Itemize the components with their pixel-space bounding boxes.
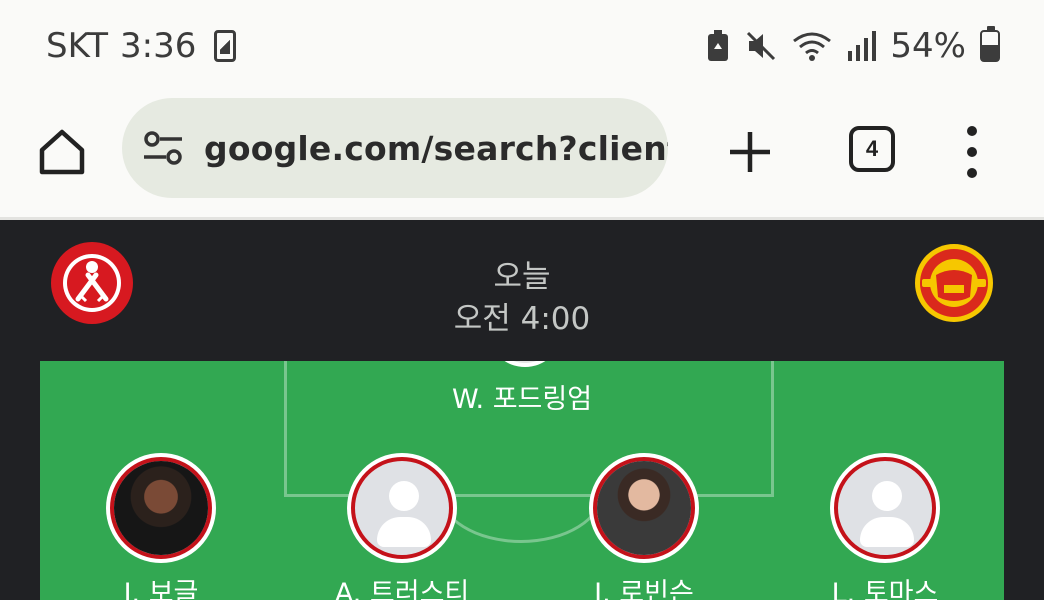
carrier-label: SKT bbox=[46, 26, 109, 66]
home-icon[interactable] bbox=[36, 126, 88, 178]
wifi-icon bbox=[793, 32, 832, 61]
battery-icon bbox=[980, 26, 1000, 62]
browser-toolbar: google.com/search?client= 4 bbox=[0, 92, 1044, 220]
player-photo bbox=[597, 461, 691, 555]
person-placeholder-icon bbox=[389, 481, 419, 511]
url-text[interactable]: google.com/search?client= bbox=[204, 129, 668, 168]
player-name[interactable]: J. 로빈슨 bbox=[569, 571, 719, 600]
tab-count: 4 bbox=[865, 136, 879, 161]
signal-icon bbox=[848, 31, 877, 61]
player-avatar[interactable] bbox=[106, 453, 216, 563]
new-tab-icon[interactable] bbox=[726, 128, 774, 176]
player-avatar[interactable] bbox=[830, 453, 940, 563]
sim-card-icon bbox=[214, 30, 237, 62]
battery-saver-icon bbox=[708, 30, 729, 61]
match-time: 오전 4:00 bbox=[453, 301, 591, 337]
goalkeeper-name[interactable]: W. 포드링엄 bbox=[40, 377, 1004, 416]
address-bar[interactable]: google.com/search?client= bbox=[122, 98, 668, 198]
player-name[interactable]: A. 트러스티 bbox=[327, 571, 477, 600]
player-name[interactable]: J. 보글 bbox=[86, 571, 236, 600]
player-photo bbox=[114, 461, 208, 555]
more-menu-icon[interactable] bbox=[962, 126, 982, 178]
pitch: W. 포드링엄 J. 보글 A. 트러스티 J. 로빈슨 L. 토마스 bbox=[40, 361, 1004, 600]
manchester-united-crest[interactable] bbox=[912, 241, 996, 325]
match-header: 오늘 오전 4:00 bbox=[0, 223, 1044, 361]
lineup-panel: W. 포드링엄 J. 보글 A. 트러스티 J. 로빈슨 L. 토마스 bbox=[0, 361, 1044, 600]
mute-icon bbox=[747, 31, 776, 61]
battery-percent: 54% bbox=[890, 26, 966, 66]
player-avatar[interactable] bbox=[589, 453, 699, 563]
clock: 3:36 bbox=[120, 26, 197, 66]
site-settings-icon[interactable] bbox=[142, 127, 184, 169]
tab-switcher-button[interactable]: 4 bbox=[849, 126, 895, 172]
player-avatar[interactable] bbox=[347, 453, 457, 563]
player-name[interactable]: L. 토마스 bbox=[810, 571, 960, 600]
match-day: 오늘 bbox=[493, 259, 551, 295]
person-placeholder-icon bbox=[872, 481, 902, 511]
status-bar: SKT 3:36 54% bbox=[0, 0, 1044, 92]
